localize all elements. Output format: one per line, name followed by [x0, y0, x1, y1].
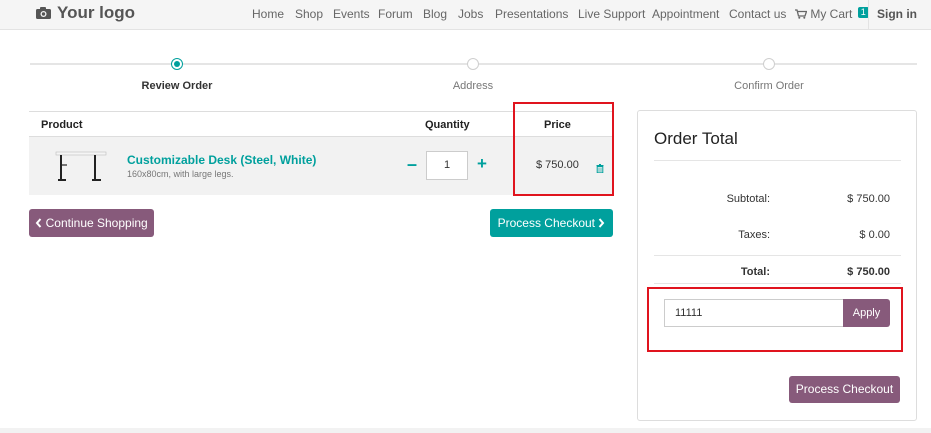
coupon-highlight-box: [647, 287, 903, 352]
cart-label: My Cart: [810, 7, 853, 21]
nav-live-support[interactable]: Live Support: [578, 7, 645, 21]
chevron-left-icon: [35, 216, 45, 230]
nav-home[interactable]: Home: [252, 7, 284, 21]
wizard-step-confirm-label[interactable]: Confirm Order: [689, 80, 849, 92]
top-navbar: Your logo Home Shop Events Forum Blog Jo…: [0, 0, 931, 30]
sign-in-link[interactable]: Sign in: [877, 7, 917, 21]
subtotal-label: Subtotal:: [726, 193, 770, 205]
product-description: 160x80cm, with large legs.: [127, 169, 234, 179]
column-header-quantity: Quantity: [425, 119, 470, 131]
cart-icon: [795, 7, 810, 21]
logo[interactable]: Your logo: [36, 3, 135, 23]
subtotal-value: $ 750.00: [847, 193, 890, 205]
total-value: $ 750.00: [847, 266, 890, 278]
quantity-input[interactable]: 1: [426, 151, 468, 180]
nav-contact-us[interactable]: Contact us: [729, 7, 786, 21]
column-header-product: Product: [41, 119, 83, 131]
divider: [654, 255, 901, 256]
process-checkout-label: Process Checkout: [497, 216, 596, 230]
price-highlight-box: [513, 102, 614, 196]
wizard-step-address-dot: [467, 58, 479, 70]
logo-text: Your logo: [57, 3, 136, 22]
nav-shop[interactable]: Shop: [295, 7, 323, 21]
nav-jobs[interactable]: Jobs: [458, 7, 483, 21]
total-label: Total:: [740, 266, 770, 278]
nav-divider: [868, 0, 869, 30]
nav-blog[interactable]: Blog: [423, 7, 447, 21]
nav-events[interactable]: Events: [333, 7, 370, 21]
divider: [654, 160, 901, 161]
nav-presentations[interactable]: Presentations: [495, 7, 568, 21]
order-total-title: Order Total: [654, 129, 738, 148]
product-name-link[interactable]: Customizable Desk (Steel, White): [127, 153, 316, 167]
quantity-increase-button[interactable]: +: [475, 154, 489, 174]
nav-appointment[interactable]: Appointment: [652, 7, 719, 21]
wizard-step-review-label[interactable]: Review Order: [97, 80, 257, 92]
process-checkout-button[interactable]: Process Checkout: [490, 209, 613, 237]
wizard-step-review-dot: [171, 58, 183, 70]
wizard-step-confirm-dot: [763, 58, 775, 70]
nav-my-cart[interactable]: My Cart 1: [795, 7, 869, 21]
taxes-value: $ 0.00: [859, 229, 890, 241]
footer-strip: [0, 428, 931, 433]
taxes-label: Taxes:: [738, 229, 770, 241]
order-total-panel: Order Total Subtotal: $ 750.00 Taxes: $ …: [637, 110, 917, 421]
panel-process-checkout-button[interactable]: Process Checkout: [789, 376, 900, 403]
product-image[interactable]: [55, 149, 107, 183]
wizard-step-address-label[interactable]: Address: [393, 80, 553, 92]
nav-forum[interactable]: Forum: [378, 7, 413, 21]
camera-icon: [36, 7, 51, 19]
continue-shopping-label: Continue Shopping: [45, 216, 148, 230]
divider: [654, 283, 901, 284]
chevron-right-icon: [598, 216, 605, 230]
continue-shopping-button[interactable]: Continue Shopping: [29, 209, 154, 237]
quantity-decrease-button[interactable]: –: [405, 155, 419, 175]
